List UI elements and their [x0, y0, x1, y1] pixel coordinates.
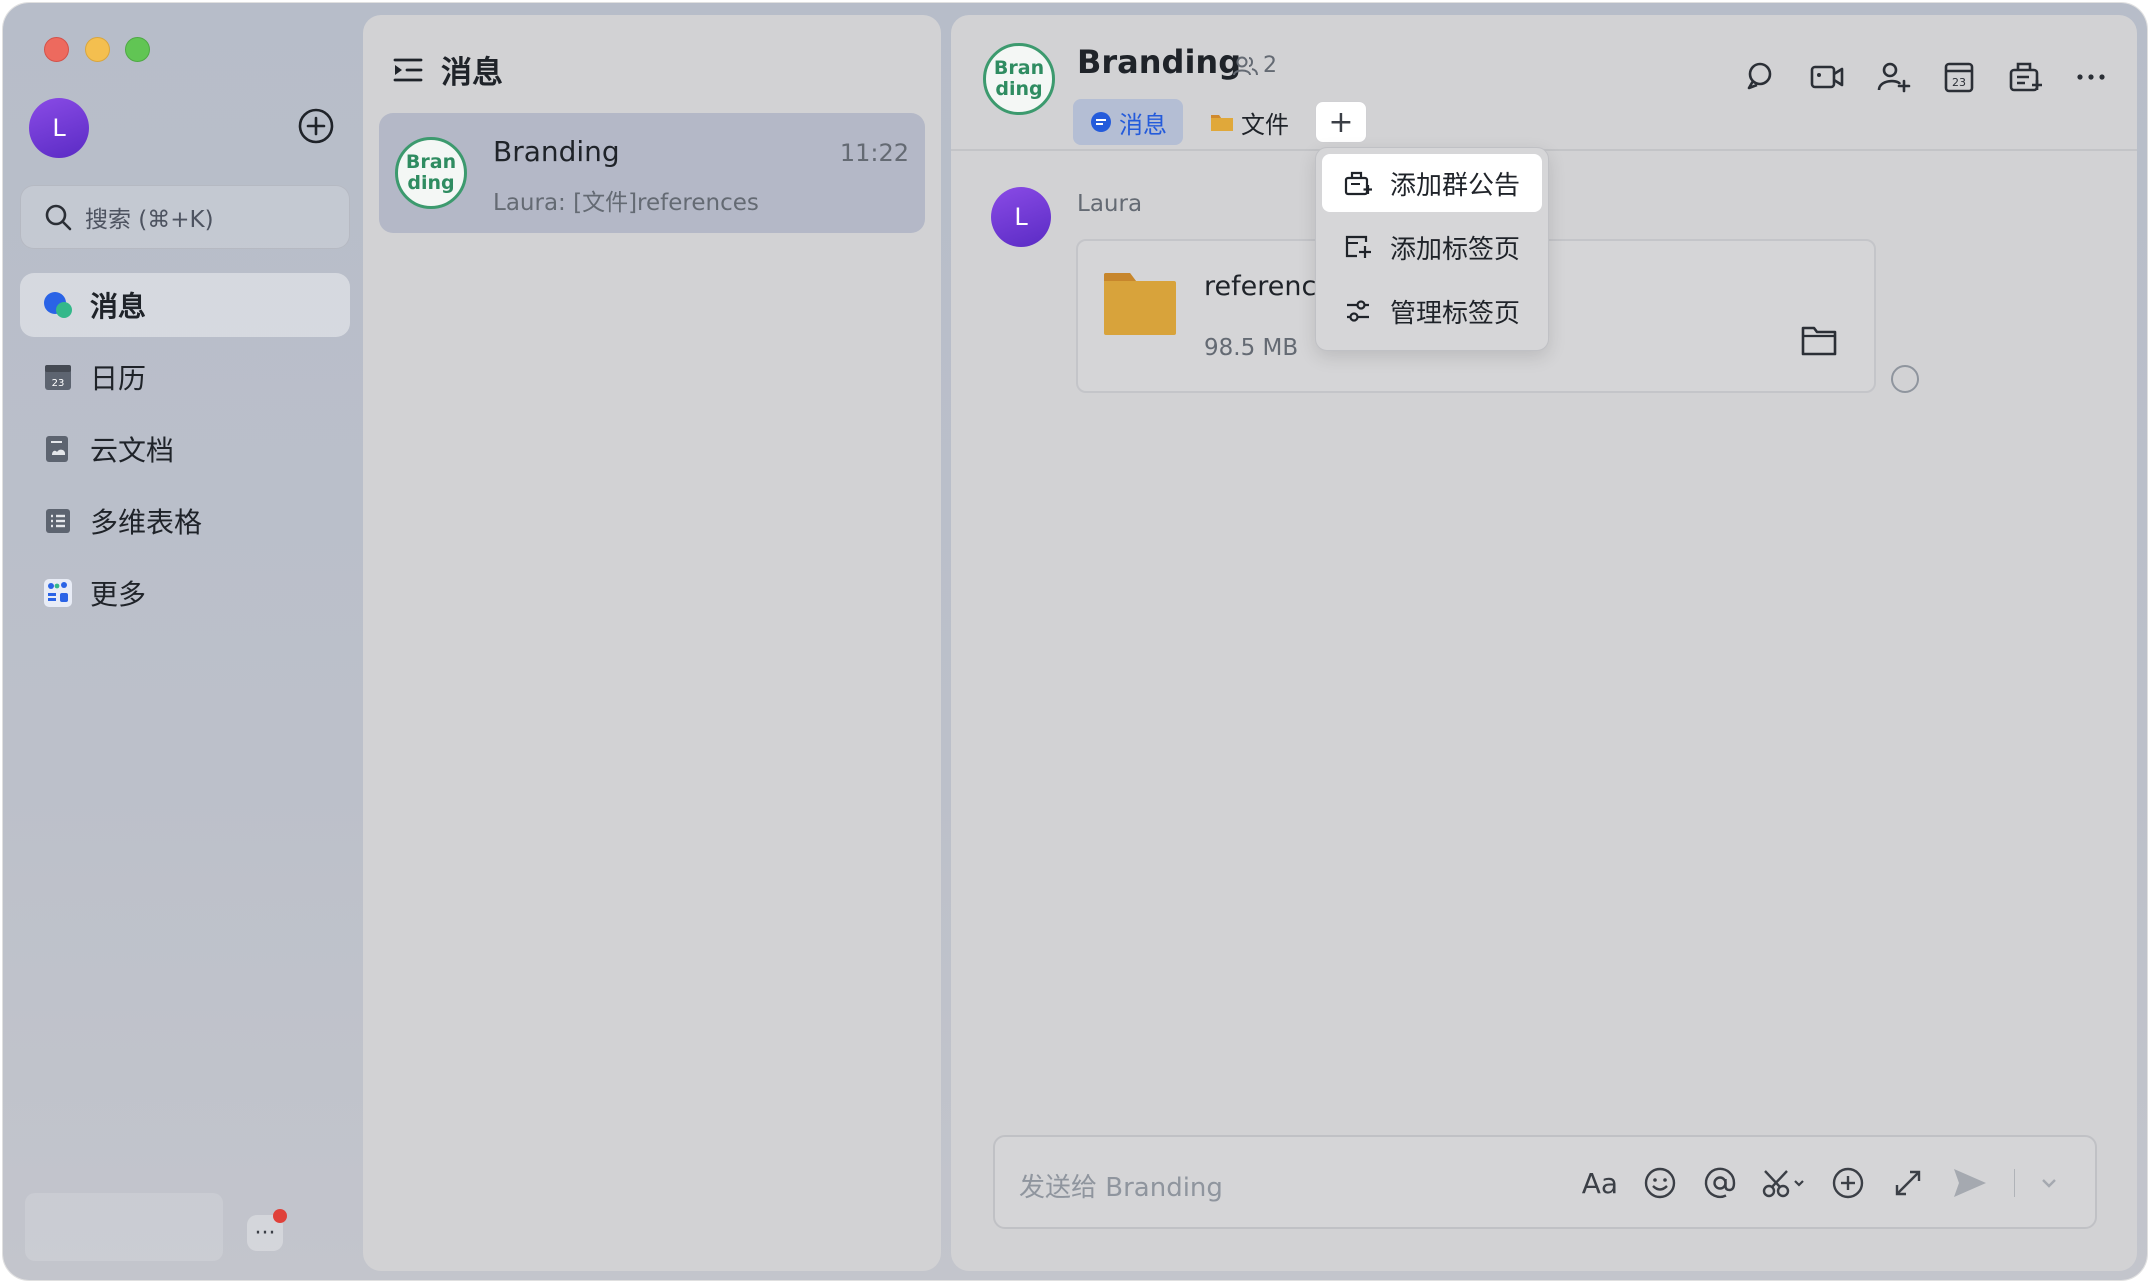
composer-toolbar: Aa — [1582, 1165, 2059, 1201]
expand-icon[interactable] — [1890, 1165, 1926, 1201]
add-tab-button[interactable]: + — [1315, 101, 1367, 143]
conversation-item[interactable]: Bran ding Branding 11:22 Laura: [文件]refe… — [379, 113, 925, 233]
chat-header: Bran ding Branding 2 消息 文件 + 23 — [951, 15, 2137, 151]
svg-text:23: 23 — [52, 378, 65, 389]
sidebar-item-more[interactable]: 更多 — [20, 561, 350, 625]
open-folder-icon[interactable] — [1800, 323, 1838, 357]
list-header: 消息 — [393, 47, 503, 92]
base-table-icon — [46, 509, 70, 533]
members-icon — [1233, 56, 1258, 75]
sidebar: L 搜索 (⌘+K) 消息 23 日历 云文档 多维表格 更多 ··· — [3, 3, 361, 1280]
text-format-icon[interactable]: Aa — [1582, 1165, 1618, 1201]
announcement-icon[interactable] — [2007, 59, 2043, 95]
search-icon[interactable] — [1743, 59, 1779, 95]
folder-icon — [1211, 115, 1233, 131]
window-close-button[interactable] — [44, 37, 69, 62]
composer-placeholder: 发送给 Branding — [1019, 1173, 1223, 1203]
send-icon[interactable] — [1950, 1165, 1990, 1201]
emoji-icon[interactable] — [1642, 1165, 1678, 1201]
tab-label: 文件 — [1241, 110, 1289, 139]
chat-header-toolbar: 23 — [1743, 59, 2109, 95]
send-divider — [2014, 1169, 2015, 1197]
add-member-icon[interactable] — [1875, 59, 1911, 95]
file-name: reference — [1204, 271, 1333, 302]
apps-grid-icon — [44, 579, 72, 607]
svg-text:23: 23 — [1952, 76, 1966, 89]
sidebar-item-calendar[interactable]: 23 日历 — [20, 345, 350, 409]
tab-messages[interactable]: 消息 — [1073, 99, 1183, 145]
chat-bubbles-icon — [44, 292, 72, 318]
mention-icon[interactable] — [1702, 1165, 1738, 1201]
sidebar-item-label: 多维表格 — [90, 506, 203, 539]
message-sender: Laura — [1077, 191, 1143, 217]
read-status-icon — [1891, 365, 1919, 393]
sender-avatar[interactable]: L — [991, 187, 1051, 247]
chat-title[interactable]: Branding — [1077, 43, 1241, 81]
chevron-down-icon[interactable] — [2039, 1165, 2059, 1201]
menu-item-manage-tabs[interactable]: 管理标签页 — [1322, 282, 1542, 340]
sidebar-item-label: 云文档 — [90, 434, 175, 467]
tab-label: 消息 — [1119, 110, 1167, 139]
menu-item-add-tab[interactable]: 添加标签页 — [1322, 218, 1542, 276]
cloud-doc-icon — [46, 436, 68, 462]
announcement-add-icon — [1344, 171, 1372, 196]
calendar-icon: 23 — [45, 365, 71, 390]
add-tab-dropdown: 添加群公告 添加标签页 管理标签页 — [1315, 147, 1549, 351]
screenshot-icon[interactable] — [1762, 1165, 1806, 1201]
conversation-name: Branding — [493, 135, 620, 168]
chat-tabs: 消息 文件 + — [1073, 99, 1367, 145]
video-call-icon[interactable] — [1809, 59, 1845, 95]
search-placeholder: 搜索 (⌘+K) — [85, 207, 214, 233]
search-icon — [45, 204, 72, 231]
sidebar-nav: 消息 23 日历 云文档 多维表格 更多 — [20, 273, 350, 633]
conversation-preview: Laura: [文件]references — [493, 190, 759, 216]
collapse-list-icon[interactable] — [393, 57, 423, 83]
menu-item-label: 管理标签页 — [1390, 298, 1521, 329]
menu-item-label: 添加群公告 — [1390, 170, 1521, 201]
file-size: 98.5 MB — [1204, 335, 1299, 361]
add-attachment-icon[interactable] — [1830, 1165, 1866, 1201]
folder-icon — [1104, 273, 1176, 335]
tab-add-icon — [1345, 235, 1371, 258]
search-input[interactable]: 搜索 (⌘+K) — [20, 185, 350, 249]
group-avatar: Bran ding — [395, 137, 467, 209]
calendar-icon[interactable]: 23 — [1941, 59, 1977, 95]
sidebar-item-label: 更多 — [90, 578, 147, 611]
member-count[interactable]: 2 — [1233, 53, 1277, 78]
sidebar-item-cloud-docs[interactable]: 云文档 — [20, 417, 350, 481]
chat-group-avatar[interactable]: Bran ding — [983, 43, 1055, 115]
tab-files[interactable]: 文件 — [1193, 99, 1305, 145]
list-title: 消息 — [441, 55, 503, 91]
chat-bubble-icon — [1091, 112, 1111, 132]
more-icon[interactable] — [2073, 59, 2109, 95]
user-avatar[interactable]: L — [29, 98, 89, 158]
window-minimize-button[interactable] — [85, 37, 110, 62]
app-window: L 搜索 (⌘+K) 消息 23 日历 云文档 多维表格 更多 ··· 消息 B… — [3, 3, 2147, 1280]
member-count-value: 2 — [1263, 53, 1277, 78]
message-composer[interactable]: 发送给 Branding Aa — [993, 1135, 2097, 1229]
sidebar-item-label: 消息 — [90, 290, 147, 323]
sidebar-item-messages[interactable]: 消息 — [20, 273, 350, 337]
conversation-list-panel: 消息 Bran ding Branding 11:22 Laura: [文件]r… — [363, 15, 941, 1271]
notification-dot — [273, 1209, 287, 1223]
sliders-icon — [1347, 300, 1369, 322]
add-circle-icon[interactable] — [297, 107, 335, 145]
profile-status-area[interactable] — [25, 1193, 223, 1261]
conversation-time: 11:22 — [839, 139, 909, 167]
sidebar-item-label: 日历 — [90, 362, 147, 395]
menu-item-add-announcement[interactable]: 添加群公告 — [1322, 154, 1542, 212]
window-maximize-button[interactable] — [125, 37, 150, 62]
sidebar-item-base[interactable]: 多维表格 — [20, 489, 350, 553]
menu-item-label: 添加标签页 — [1390, 234, 1521, 265]
